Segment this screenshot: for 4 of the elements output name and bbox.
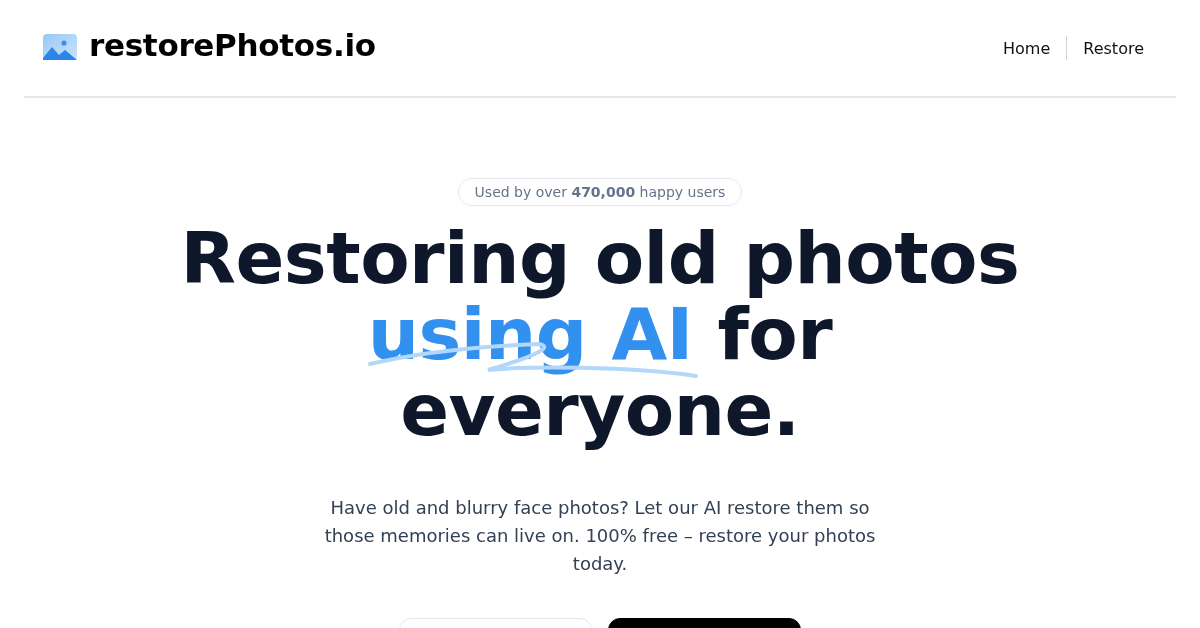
logo-text[interactable]: restorePhotos.io	[89, 27, 376, 63]
description-text: Have old and blurry face photos? Let our AI restore them so those memories can live on. 100% free – restore your photos today.	[323, 496, 877, 576]
nav-link[interactable]: Restore	[1083, 38, 1144, 58]
nav-link[interactable]: Home	[1003, 38, 1051, 58]
